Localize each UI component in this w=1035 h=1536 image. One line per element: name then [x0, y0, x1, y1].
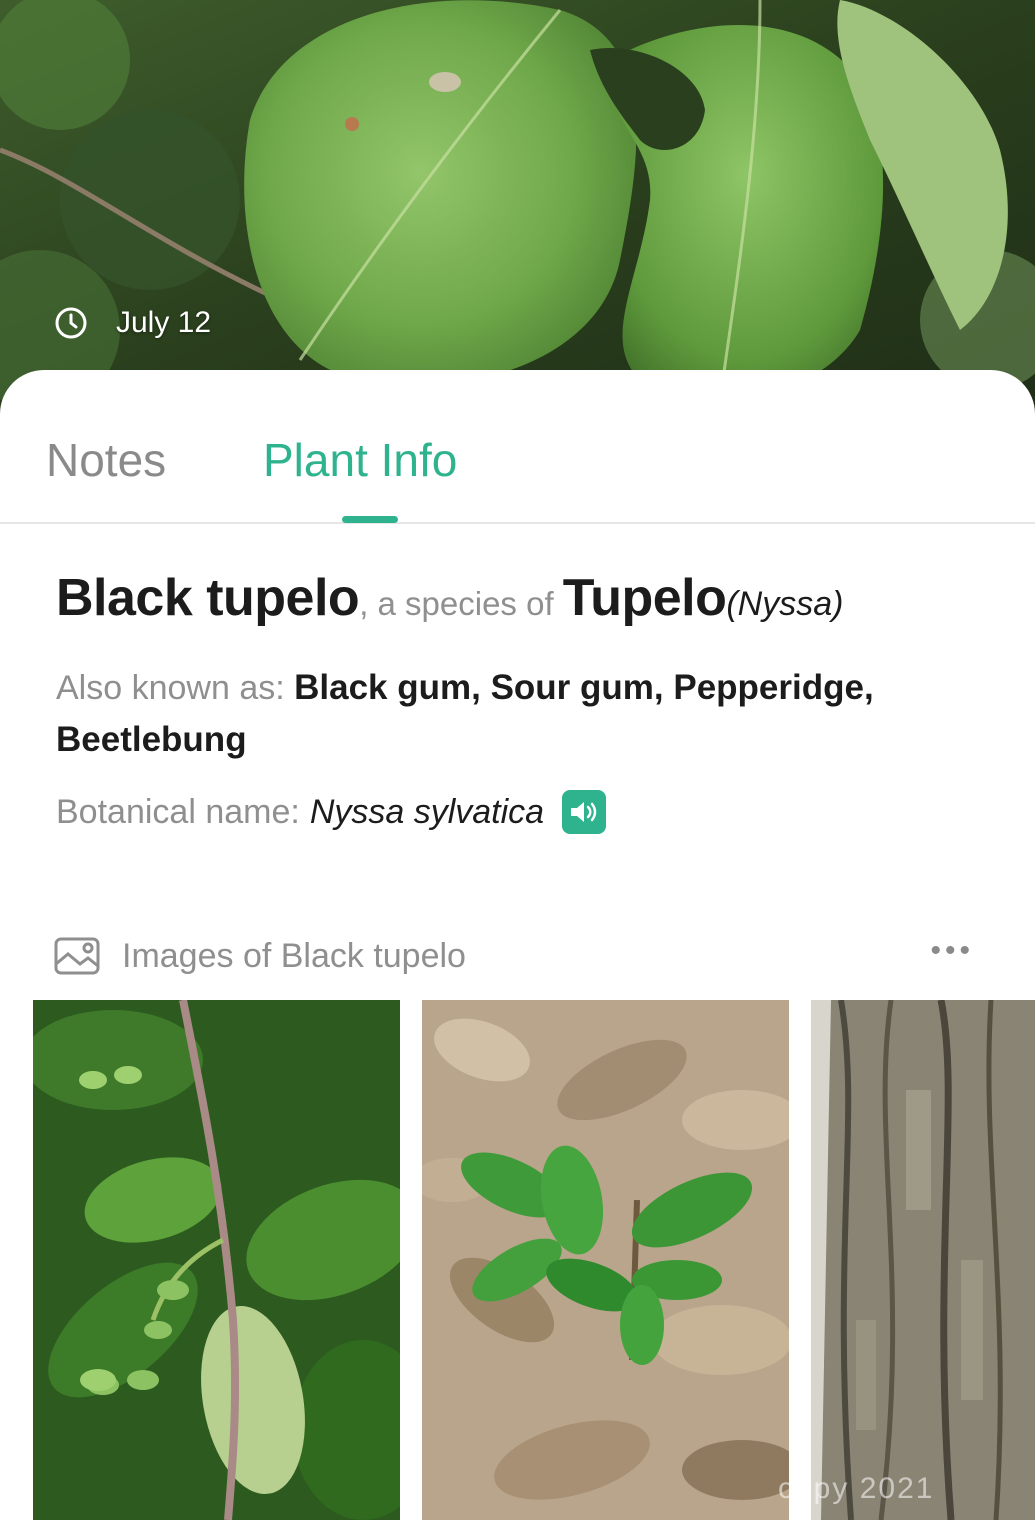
common-name: Black tupelo	[56, 569, 360, 627]
species-connector: , a species of	[359, 585, 563, 622]
image-carousel[interactable]	[33, 1000, 1035, 1520]
tab-notes[interactable]: Notes	[46, 432, 166, 488]
bark-photo	[811, 1000, 1035, 1520]
plant-title: Black tupelo, a species of Tupelo(Nyssa)	[56, 568, 996, 628]
images-header-label: Images of Black tupelo	[122, 936, 466, 975]
plant-image-thumbnail[interactable]	[811, 1000, 1035, 1520]
detail-sheet: Notes Plant Info Black tupelo, a species…	[0, 370, 1035, 1536]
date-label: July 12	[116, 306, 212, 339]
leaves-fruit-photo	[33, 1000, 400, 1520]
also-known-as: Also known as: Black gum, Sour gum, Pepp…	[56, 662, 996, 766]
genus-name[interactable]: Tupelo	[563, 569, 727, 627]
genus-latin-name: (Nyssa)	[726, 585, 844, 623]
hero-photo[interactable]: July 12	[0, 0, 1035, 420]
botanical-name: Nyssa sylvatica	[309, 793, 545, 831]
active-tab-indicator	[342, 516, 398, 523]
more-options-button[interactable]: •••	[930, 936, 974, 966]
tab-plant-info[interactable]: Plant Info	[263, 432, 457, 488]
plant-image-thumbnail[interactable]	[422, 1000, 789, 1520]
plant-detail-screen: July 12 Notes Plant Info Black tupelo, a…	[0, 0, 1035, 1536]
clock-icon	[54, 306, 88, 340]
photo-date: July 12	[54, 306, 211, 340]
tab-bar: Notes Plant Info	[0, 370, 1035, 524]
speaker-icon[interactable]	[562, 790, 607, 834]
gallery-icon	[54, 936, 100, 976]
aka-label: Also known as:	[56, 669, 295, 707]
botanical-name-row: Botanical name: Nyssa sylvatica	[56, 786, 996, 838]
leaf-photo	[0, 0, 1035, 420]
watermark-text: copy 2021	[778, 1472, 935, 1505]
plant-info-section: Black tupelo, a species of Tupelo(Nyssa)…	[56, 568, 996, 838]
botanical-label: Botanical name:	[56, 793, 300, 831]
seedling-photo	[422, 1000, 789, 1520]
plant-image-thumbnail[interactable]	[33, 1000, 400, 1520]
images-section-header: Images of Black tupelo •••	[54, 932, 984, 980]
